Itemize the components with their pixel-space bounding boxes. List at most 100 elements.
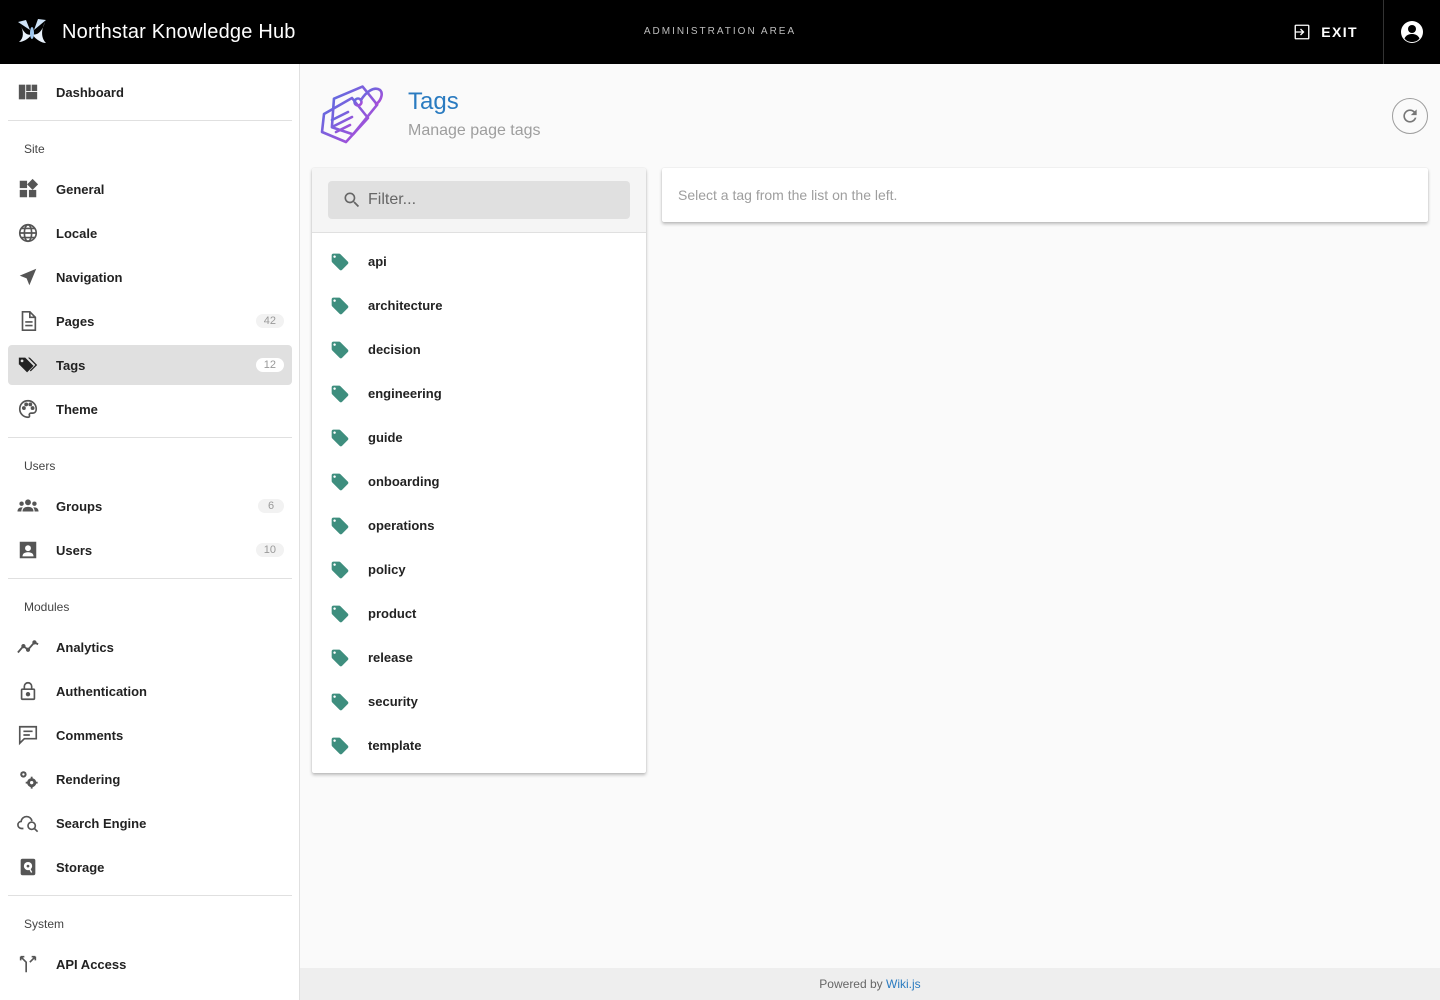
refresh-icon [1403, 109, 1417, 123]
tag-label: security [368, 694, 418, 709]
refresh-button[interactable] [1392, 98, 1428, 134]
pages-count-badge: 42 [255, 314, 284, 328]
tag-icon [330, 340, 350, 360]
sidebar-item-pages[interactable]: Pages 42 [8, 301, 292, 341]
tag-icon [330, 472, 350, 492]
tag-label: architecture [368, 298, 443, 313]
page-title: Tags [408, 88, 459, 115]
filter-field[interactable] [328, 181, 630, 219]
tag-list-item[interactable]: release [312, 636, 646, 680]
sidebar-section-site: Site [24, 142, 45, 156]
tag-list-item[interactable]: onboarding [312, 460, 646, 504]
sidebar-item-theme[interactable]: Theme [8, 389, 292, 429]
tag-list-item[interactable]: decision [312, 328, 646, 372]
tag-label: operations [368, 518, 435, 533]
sidebar-divider [8, 120, 292, 121]
sidebar-item-label: Navigation [56, 269, 123, 285]
tag-icon [330, 692, 350, 712]
sidebar-divider [8, 437, 292, 438]
sidebar-item-authentication[interactable]: Authentication [8, 671, 292, 711]
tag-label: product [368, 606, 417, 621]
sidebar-item-label: Analytics [56, 639, 114, 655]
sidebar-item-label: Locale [56, 225, 98, 241]
exit-button[interactable]: EXIT [1285, 14, 1366, 50]
sidebar-item-groups[interactable]: Groups 6 [8, 486, 292, 526]
sidebar-item-users[interactable]: Users 10 [8, 530, 292, 570]
exit-label: EXIT [1321, 24, 1358, 40]
powered-by-text: Powered by [819, 977, 883, 991]
tags-illustration-icon [320, 85, 383, 144]
sidebar-item-storage[interactable]: Storage [8, 847, 292, 887]
tag-icon [330, 428, 350, 448]
page-footer: Powered by Wiki.js [300, 968, 1440, 1000]
api-icon [16, 952, 40, 976]
sidebar-item-label: Authentication [56, 683, 147, 699]
tag-list-item[interactable]: engineering [312, 372, 646, 416]
admin-sidebar: Dashboard Site General Locale Navigation… [0, 64, 300, 1000]
sidebar-item-label: Dashboard [56, 84, 124, 100]
storage-icon [16, 855, 40, 879]
filter-input[interactable] [368, 181, 618, 219]
sidebar-item-rendering[interactable]: Rendering [8, 759, 292, 799]
sidebar-item-api-access[interactable]: API Access [8, 944, 292, 984]
sidebar-divider [8, 895, 292, 896]
dashboard-icon [16, 80, 40, 104]
tag-label: template [368, 738, 422, 753]
gears-icon [16, 767, 40, 791]
tag-icon [330, 384, 350, 404]
cloud-search-icon [16, 811, 40, 835]
exit-icon [1294, 24, 1310, 40]
sidebar-item-search-engine[interactable]: Search Engine [8, 803, 292, 843]
sidebar-item-comments[interactable]: Comments [8, 715, 292, 755]
sidebar-item-navigation[interactable]: Navigation [8, 257, 292, 297]
tag-list-item[interactable]: security [312, 680, 646, 724]
sidebar-item-general[interactable]: General [8, 169, 292, 209]
tag-list-item[interactable]: guide [312, 416, 646, 460]
sidebar-section-modules: Modules [24, 600, 70, 614]
tag-icon [330, 296, 350, 316]
tag-icon [330, 736, 350, 756]
tag-label: engineering [368, 386, 442, 401]
wikijs-link[interactable]: Wiki.js [886, 977, 921, 991]
tag-list-item[interactable]: architecture [312, 284, 646, 328]
tag-list-item[interactable]: policy [312, 548, 646, 592]
tag-icon [330, 560, 350, 580]
tag-label: policy [368, 562, 406, 577]
account-icon [1401, 21, 1423, 43]
tag-list-item[interactable]: operations [312, 504, 646, 548]
app-header: Northstar Knowledge Hub ADMINISTRATION A… [0, 0, 1440, 64]
analytics-icon [16, 635, 40, 659]
palette-icon [16, 397, 40, 421]
sidebar-section-users: Users [24, 459, 56, 473]
tag-icon [330, 604, 350, 624]
tag-label: decision [368, 342, 421, 357]
sidebar-item-label: Comments [56, 727, 124, 743]
area-label: ADMINISTRATION AREA [643, 26, 797, 37]
tag-list-item[interactable]: api [312, 240, 646, 284]
groups-icon [16, 494, 40, 518]
sidebar-divider [8, 578, 292, 579]
account-button[interactable] [1384, 0, 1440, 64]
tag-icon [330, 516, 350, 536]
sidebar-item-label: API Access [56, 956, 127, 972]
tag-list-item[interactable]: template [312, 724, 646, 768]
sidebar-item-locale[interactable]: Locale [8, 213, 292, 253]
sidebar-item-dashboard[interactable]: Dashboard [8, 72, 292, 112]
tag-icon [330, 648, 350, 668]
tag-list-item[interactable]: product [312, 592, 646, 636]
users-count-badge: 10 [255, 543, 284, 557]
tag-label: onboarding [368, 474, 440, 489]
sidebar-item-label: Rendering [56, 771, 121, 787]
sidebar-item-tags[interactable]: Tags 12 [8, 345, 292, 385]
main-content: Tags Manage page tags api architecture dec… [300, 64, 1440, 968]
sidebar-item-label: Users [56, 542, 93, 558]
tag-label: api [368, 254, 387, 269]
page-subtitle: Manage page tags [408, 122, 541, 139]
search-icon [344, 192, 360, 208]
sidebar-item-label: Tags [56, 357, 86, 373]
tags-count-badge: 12 [255, 358, 284, 372]
navigation-icon [16, 265, 40, 289]
empty-state-message: Select a tag from the list on the left. [678, 187, 898, 203]
sidebar-item-analytics[interactable]: Analytics [8, 627, 292, 667]
general-icon [16, 177, 40, 201]
